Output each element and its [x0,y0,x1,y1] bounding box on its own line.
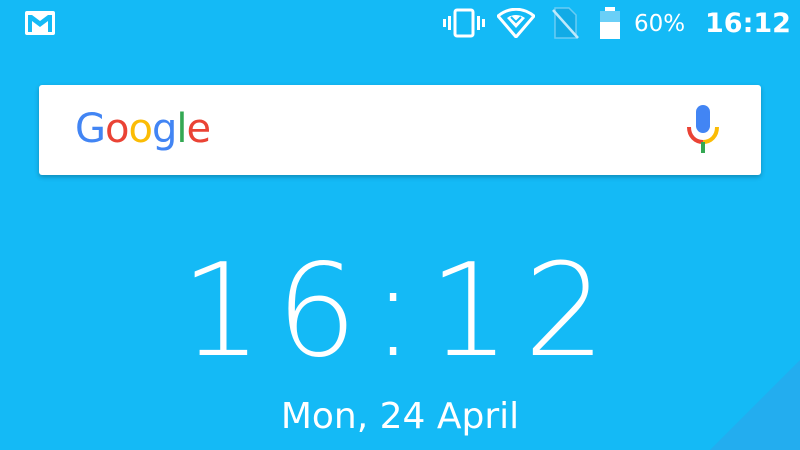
no-sim-icon [552,7,579,39]
google-logo-letter: e [186,106,211,152]
google-logo-letter: G [75,106,106,152]
google-logo-letter: g [151,106,177,152]
google-logo: Google [75,99,211,159]
battery-icon [600,7,620,39]
gmail-icon[interactable] [24,10,56,36]
status-bar: 60% 16:12 [0,0,800,46]
battery-percent: 60% [634,11,686,37]
lock-screen: { "status_bar": { "icons": ["gmail-icon"… [0,0,800,450]
google-search-bar[interactable]: Google [39,85,761,175]
status-time: 16:12 [705,8,791,39]
google-logo-letter: l [176,106,187,152]
vibrate-icon [443,8,485,38]
wifi-icon [497,8,535,38]
mic-icon[interactable] [685,103,721,155]
lock-date: Mon, 24 April [280,396,520,437]
google-logo-letter: o [105,106,130,152]
lock-clock: 16:12 [180,237,620,386]
corner-accent [710,360,800,450]
google-logo-letter: o [128,106,153,152]
